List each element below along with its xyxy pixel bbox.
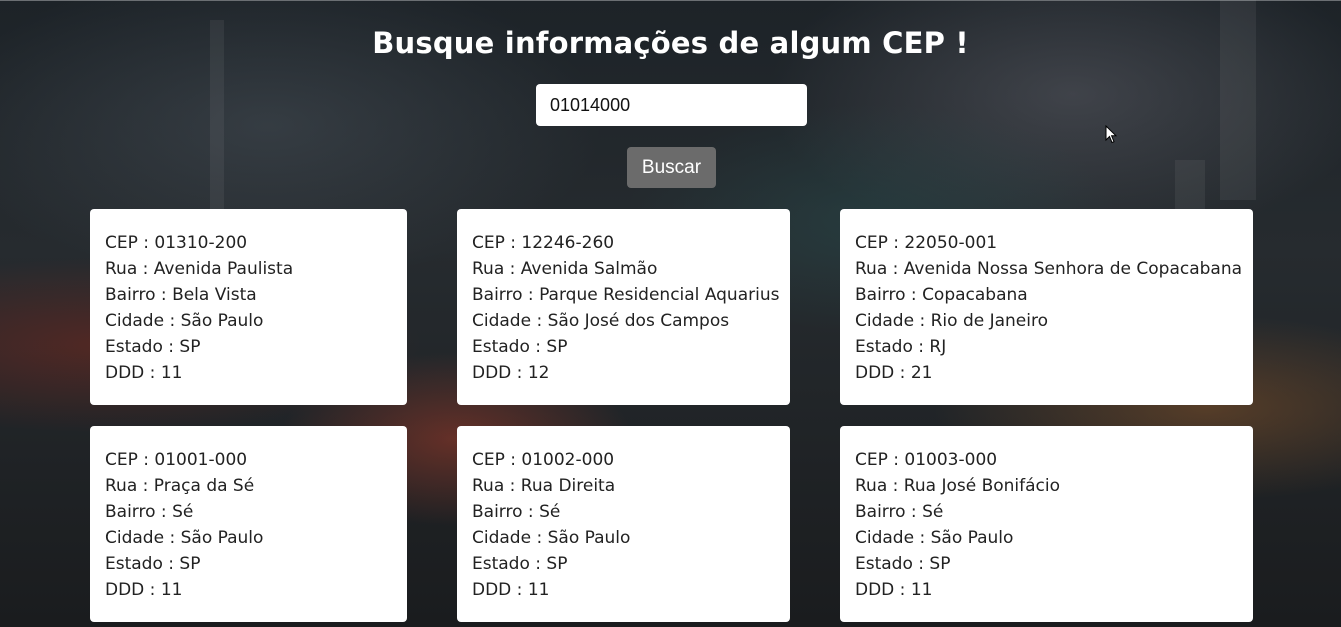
cep-line: CEP : 22050-001 — [855, 233, 998, 253]
bairro-line: Bairro : Bela Vista — [105, 285, 257, 305]
cep-result-card: CEP : 01002-000 Rua : Rua Direita Bairro… — [457, 426, 790, 622]
ddd-line: DDD : 12 — [472, 363, 550, 383]
estado-line: Estado : SP — [855, 554, 951, 574]
ddd-line: DDD : 11 — [472, 580, 550, 600]
bairro-line: Bairro : Sé — [472, 502, 561, 522]
bairro-line: Bairro : Copacabana — [855, 285, 1028, 305]
rua-line: Rua : Avenida Paulista — [105, 259, 294, 279]
mouse-cursor-icon — [1105, 125, 1117, 144]
ddd-line: DDD : 11 — [105, 363, 183, 383]
cep-line: CEP : 01003-000 — [855, 450, 998, 470]
estado-line: Estado : SP — [105, 337, 201, 357]
cep-line: CEP : 01002-000 — [472, 450, 615, 470]
top-border — [0, 0, 1341, 1]
bairro-line: Bairro : Sé — [105, 502, 194, 522]
cidade-line: Cidade : São José dos Campos — [472, 311, 730, 331]
bairro-line: Bairro : Parque Residencial Aquarius — [472, 285, 780, 305]
ddd-line: DDD : 11 — [855, 580, 933, 600]
cidade-line: Cidade : São Paulo — [472, 528, 631, 548]
cep-result-card: CEP : 01001-000 Rua : Praça da Sé Bairro… — [90, 426, 407, 622]
cep-line: CEP : 01310-200 — [105, 233, 248, 253]
bairro-line: Bairro : Sé — [855, 502, 944, 522]
estado-line: Estado : RJ — [855, 337, 947, 357]
cep-result-card: CEP : 22050-001 Rua : Avenida Nossa Senh… — [840, 209, 1253, 405]
cep-search-input[interactable] — [536, 84, 807, 126]
cidade-line: Cidade : Rio de Janeiro — [855, 311, 1049, 331]
cep-line: CEP : 01001-000 — [105, 450, 248, 470]
rua-line: Rua : Rua Direita — [472, 476, 616, 496]
cidade-line: Cidade : São Paulo — [105, 528, 264, 548]
estado-line: Estado : SP — [105, 554, 201, 574]
page-title: Busque informações de algum CEP ! — [372, 26, 969, 60]
cep-line: CEP : 12246-260 — [472, 233, 615, 253]
ddd-line: DDD : 11 — [105, 580, 183, 600]
rua-line: Rua : Rua José Bonifácio — [855, 476, 1061, 496]
estado-line: Estado : SP — [472, 554, 568, 574]
estado-line: Estado : SP — [472, 337, 568, 357]
cidade-line: Cidade : São Paulo — [855, 528, 1014, 548]
rua-line: Rua : Avenida Salmão — [472, 259, 658, 279]
ddd-line: DDD : 21 — [855, 363, 933, 383]
cidade-line: Cidade : São Paulo — [105, 311, 264, 331]
cep-result-card: CEP : 01310-200 Rua : Avenida Paulista B… — [90, 209, 407, 405]
cep-result-card: CEP : 01003-000 Rua : Rua José Bonifácio… — [840, 426, 1253, 622]
rua-line: Rua : Praça da Sé — [105, 476, 255, 496]
search-button[interactable]: Buscar — [627, 147, 716, 188]
background-light-streak — [1175, 160, 1205, 210]
rua-line: Rua : Avenida Nossa Senhora de Copacaban… — [855, 259, 1243, 279]
cep-result-card: CEP : 12246-260 Rua : Avenida Salmão Bai… — [457, 209, 790, 405]
